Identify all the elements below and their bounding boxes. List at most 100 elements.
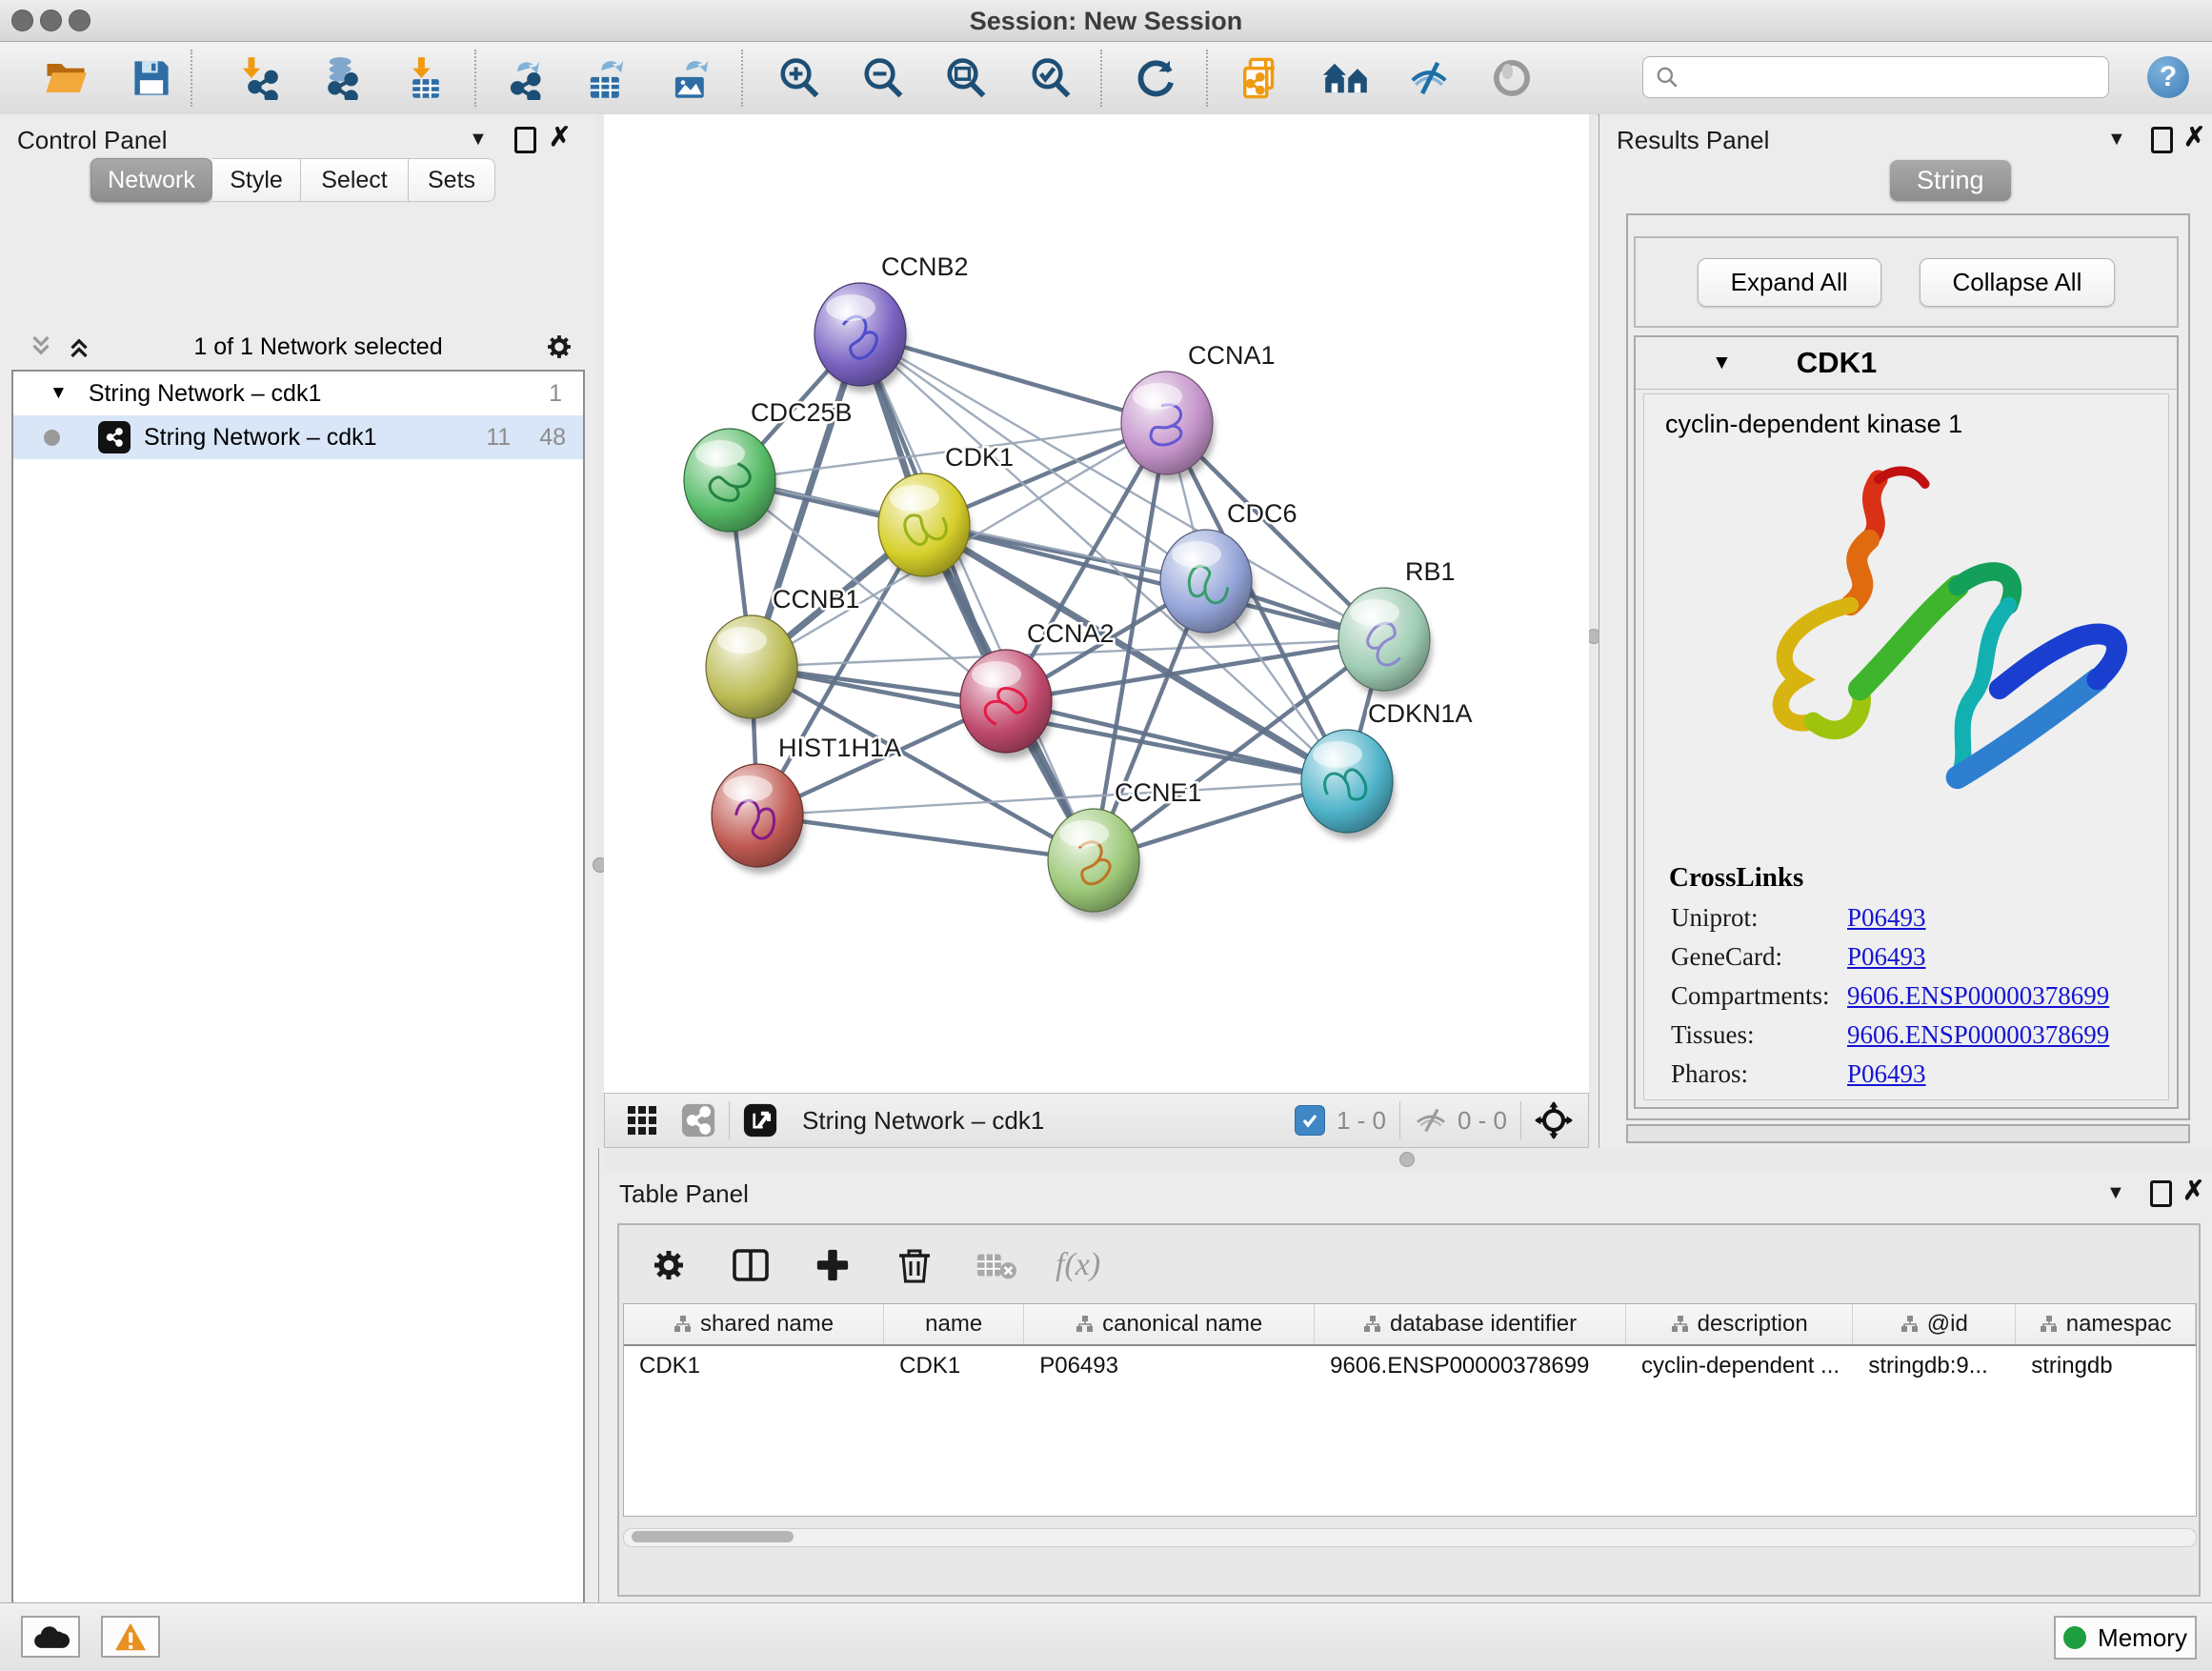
crosslink-link[interactable]: 9606.ENSP00000378699	[1847, 981, 2109, 1011]
table-cell[interactable]: CDK1	[624, 1353, 884, 1379]
open-session-icon[interactable]	[38, 50, 93, 106]
crosslink-link[interactable]: P06493	[1847, 942, 1926, 972]
tab-network[interactable]: Network	[90, 158, 212, 202]
network-node-CCNA1[interactable]: CCNA1	[1121, 341, 1276, 481]
import-network-icon[interactable]	[231, 50, 287, 106]
export-image-icon[interactable]	[663, 50, 718, 106]
first-neighbors-icon[interactable]	[1318, 50, 1374, 106]
zoom-in-icon[interactable]	[772, 50, 827, 106]
zoom-out-icon[interactable]	[855, 50, 911, 106]
close-panel-icon[interactable]: ✗	[2182, 1180, 2204, 1201]
warnings-button[interactable]	[101, 1616, 160, 1658]
collapse-all-button[interactable]: Collapse All	[1920, 258, 2116, 307]
column-header--id[interactable]: @id	[1853, 1304, 2016, 1344]
table-settings-gear-icon[interactable]	[646, 1242, 692, 1288]
network-node-CCNE1[interactable]: CCNE1	[1048, 778, 1202, 918]
show-column-panel-icon[interactable]	[728, 1242, 774, 1288]
network-node-CDK1[interactable]: CDK1	[878, 443, 1014, 583]
crosslink-link[interactable]: P06493	[1847, 903, 1926, 933]
column-header-name[interactable]: name	[884, 1304, 1024, 1344]
float-panel-icon[interactable]: ▼	[469, 129, 488, 151]
memory-button[interactable]: Memory	[2054, 1616, 2197, 1660]
column-header-canonical-name[interactable]: canonical name	[1024, 1304, 1315, 1344]
maximize-panel-icon[interactable]	[514, 127, 536, 153]
column-header-namespac[interactable]: namespac	[2016, 1304, 2196, 1344]
duplicate-network-icon[interactable]	[1234, 50, 1289, 106]
maximize-panel-icon[interactable]	[2150, 1180, 2172, 1207]
table-cell[interactable]: P06493	[1024, 1353, 1315, 1379]
column-header-description[interactable]: description	[1626, 1304, 1853, 1344]
network-edge[interactable]	[1006, 701, 1347, 781]
node-position-reset-icon[interactable]	[1535, 1101, 1573, 1139]
maximize-panel-icon[interactable]	[2151, 127, 2173, 153]
gene-section-header[interactable]: ▼ CDK1	[1636, 337, 2177, 390]
table-cell[interactable]: CDK1	[884, 1353, 1024, 1379]
network-collection-row[interactable]: ▼ String Network – cdk1 1	[13, 372, 583, 415]
network-node-RB1[interactable]: RB1	[1338, 557, 1456, 697]
network-node-CCNB1[interactable]: CCNB1	[706, 585, 860, 725]
expand-all-icon[interactable]	[65, 332, 93, 361]
hide-selected-icon[interactable]	[1401, 50, 1457, 106]
network-edge[interactable]	[860, 334, 1094, 860]
table-horizontal-scrollbar[interactable]	[623, 1528, 2197, 1547]
float-panel-icon[interactable]: ▼	[2107, 129, 2126, 151]
tree-caret-icon[interactable]: ▼	[50, 383, 68, 404]
network-options-gear-icon[interactable]	[543, 331, 575, 363]
table-cell[interactable]: 9606.ENSP00000378699	[1315, 1353, 1626, 1379]
collapse-all-icon[interactable]	[27, 332, 55, 361]
table-cell[interactable]: stringdb	[2016, 1353, 2196, 1379]
left-splitter[interactable]	[595, 114, 604, 1148]
section-caret-icon[interactable]: ▼	[1712, 352, 1732, 374]
network-edge[interactable]	[757, 815, 1094, 860]
network-overview-icon[interactable]	[681, 1103, 715, 1137]
help-label: ?	[2160, 61, 2177, 93]
import-table-icon[interactable]	[398, 50, 453, 106]
export-table-icon[interactable]	[578, 50, 633, 106]
right-splitter[interactable]	[1589, 114, 1598, 1148]
delete-column-icon[interactable]	[892, 1242, 937, 1288]
search-field[interactable]	[1642, 56, 2109, 98]
tab-style[interactable]: Style	[212, 158, 301, 202]
expand-all-button[interactable]: Expand All	[1698, 258, 1881, 307]
network-node-CDKN1A[interactable]: CDKN1A	[1301, 699, 1473, 839]
crosslink-link[interactable]: P06493	[1847, 1059, 1926, 1089]
search-input[interactable]	[1679, 63, 2083, 91]
table-cell[interactable]: cyclin-dependent ...	[1626, 1353, 1853, 1379]
hidden-eye-icon[interactable]	[1414, 1106, 1448, 1135]
save-session-icon[interactable]	[124, 50, 179, 106]
float-panel-icon[interactable]: ▼	[2106, 1182, 2125, 1204]
close-panel-icon[interactable]: ✗	[2183, 127, 2205, 148]
tab-select[interactable]: Select	[301, 158, 409, 202]
grid-view-icon[interactable]	[626, 1104, 658, 1137]
show-all-icon[interactable]	[1484, 50, 1539, 106]
network-node-CCNB2[interactable]: CCNB2	[814, 252, 969, 393]
network-row[interactable]: String Network – cdk1 11 48	[13, 415, 583, 459]
tab-string[interactable]: String	[1890, 160, 2011, 201]
horizontal-splitter[interactable]	[604, 1148, 2212, 1170]
tab-sets[interactable]: Sets	[409, 158, 495, 202]
network-node-HIST1H1A[interactable]: HIST1H1A	[712, 734, 901, 874]
import-network-from-database-icon[interactable]	[312, 50, 367, 106]
zoom-fit-icon[interactable]	[938, 50, 994, 106]
open-in-new-window-icon[interactable]	[743, 1103, 777, 1137]
network-edge[interactable]	[924, 525, 1384, 639]
collapsed-section-strip[interactable]	[1626, 1124, 2190, 1143]
refresh-icon[interactable]	[1128, 50, 1183, 106]
add-column-icon[interactable]	[810, 1242, 855, 1288]
network-canvas[interactable]: CCNB2CCNA1CDC25BCDK1CDC6RB1CCNB1CCNA2CDK…	[604, 114, 1589, 1093]
delete-table-icon[interactable]	[974, 1242, 1019, 1288]
table-cell[interactable]: stringdb:9...	[1853, 1353, 2016, 1379]
crosslink-link[interactable]: 9606.ENSP00000378699	[1847, 1020, 2109, 1050]
column-header-shared-name[interactable]: shared name	[624, 1304, 884, 1344]
help-button[interactable]: ?	[2147, 56, 2189, 98]
table-row[interactable]: CDK1CDK1P064939606.ENSP00000378699cyclin…	[624, 1346, 2196, 1386]
function-builder-icon[interactable]: f(x)	[1056, 1247, 1100, 1283]
export-network-icon[interactable]	[496, 50, 552, 106]
scrollbar-thumb[interactable]	[632, 1531, 794, 1542]
cloud-status-button[interactable]	[21, 1616, 80, 1658]
close-panel-icon[interactable]: ✗	[549, 127, 571, 148]
selected-checkbox-icon[interactable]	[1295, 1105, 1325, 1136]
column-header-database-identifier[interactable]: database identifier	[1315, 1304, 1626, 1344]
zoom-selected-icon[interactable]	[1023, 50, 1078, 106]
splitter-handle[interactable]	[1399, 1152, 1415, 1167]
